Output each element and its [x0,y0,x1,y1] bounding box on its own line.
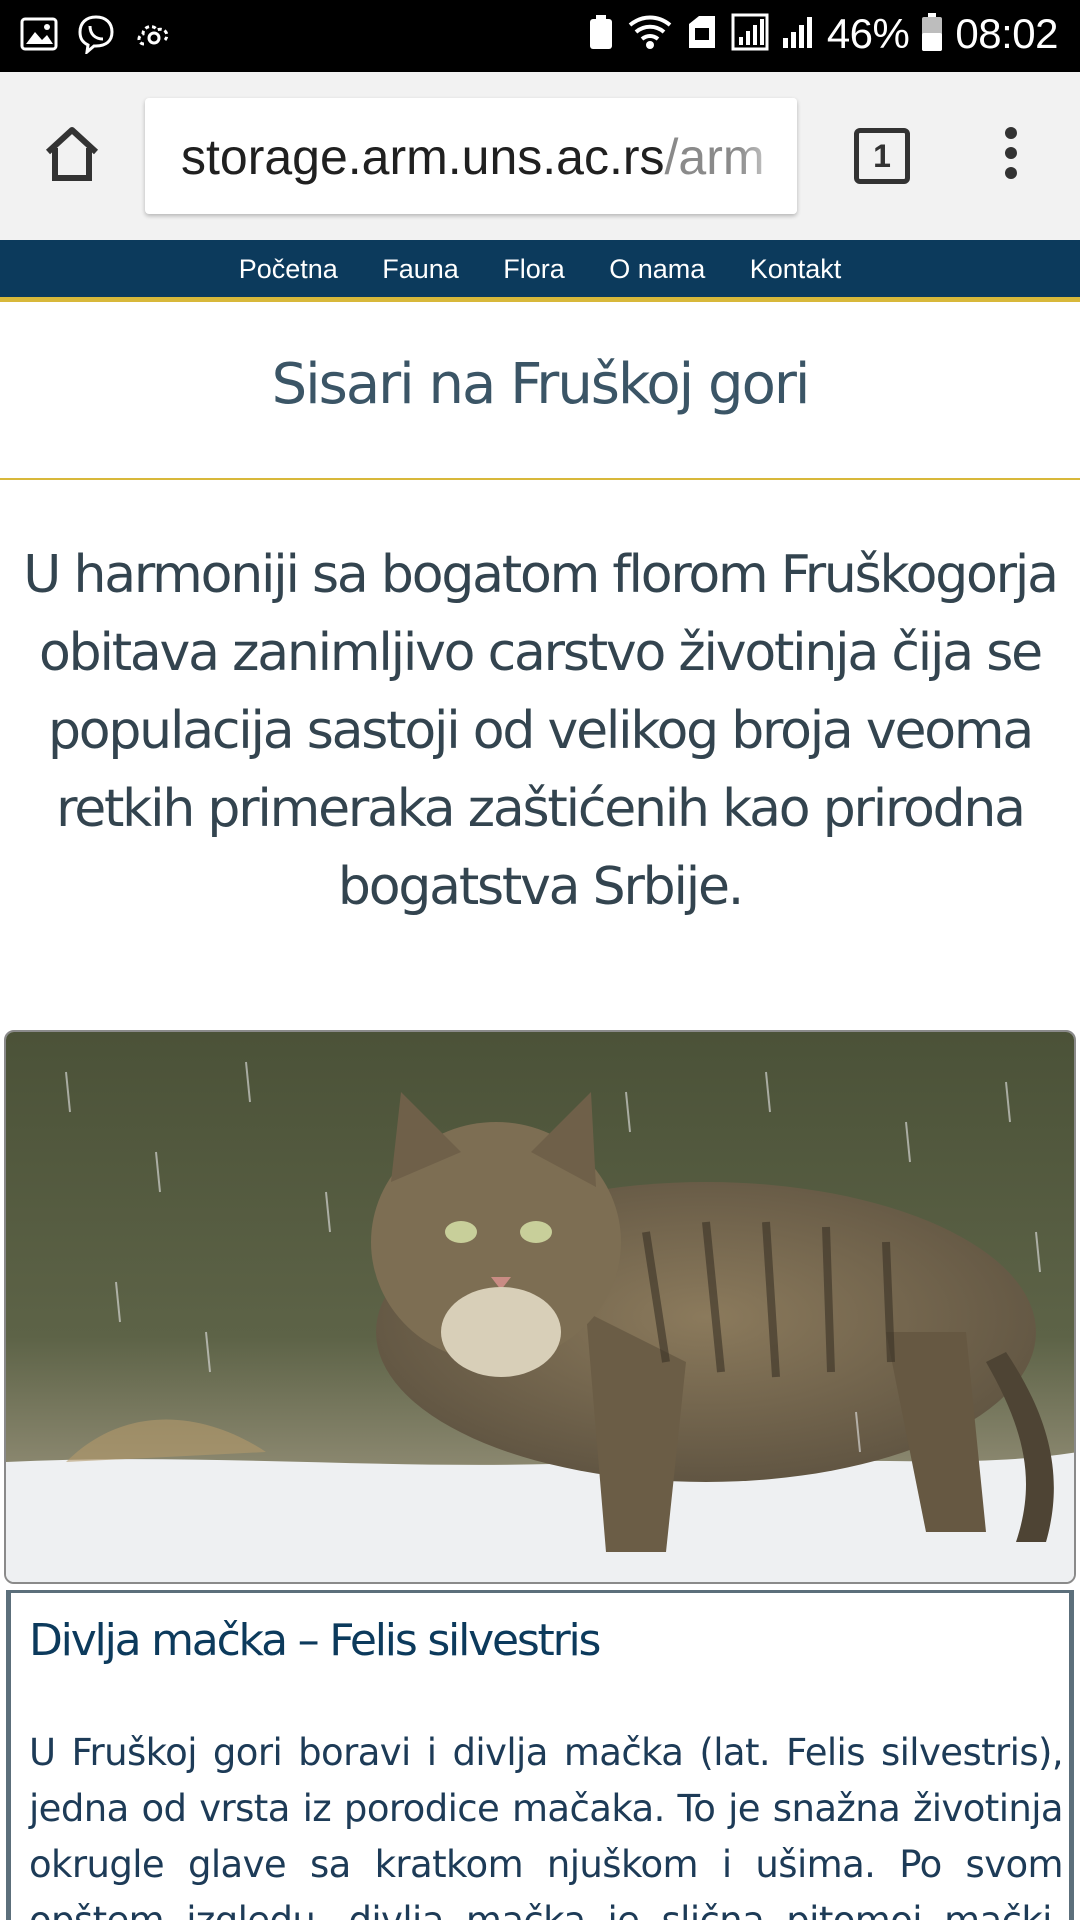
nav-item-pocetna[interactable]: Početna [239,254,338,285]
signal-bars-icon [781,14,815,55]
wifi-icon [627,13,673,56]
overflow-menu-icon[interactable] [996,127,1026,187]
url-host: storage.arm.uns.ac.rs [181,129,665,185]
home-icon[interactable] [40,122,104,186]
url-text: storage.arm.uns.ac.rs/arm [181,128,765,186]
article-card: Divlja mačka – Felis silvestris U Fruško… [6,1590,1074,1920]
wildcat-photo [4,1030,1076,1584]
status-time: 08:02 [955,10,1058,57]
battery-icon [921,12,943,57]
url-fade [737,98,797,214]
browser-toolbar: storage.arm.uns.ac.rs/arm 1 [0,72,1080,240]
nav-item-fauna[interactable]: Fauna [382,254,459,285]
nav-item-flora[interactable]: Flora [503,254,565,285]
battery-percent: 46% [826,10,910,57]
nfc-icon [685,14,719,55]
signal-icon [731,13,769,56]
page-title: Sisari na Fruškoj gori [271,352,811,417]
gallery-icon [20,17,58,56]
nav-item-kontakt[interactable]: Kontakt [750,254,842,285]
article-title: Divlja mačka – Felis silvestris [29,1615,601,1666]
title-divider [0,478,1080,480]
address-bar[interactable]: storage.arm.uns.ac.rs/arm [145,98,797,214]
notification-icon [587,13,615,56]
nav-item-o-nama[interactable]: O nama [609,254,705,285]
viber-icon [76,14,116,59]
cloud-sync-icon [134,16,174,57]
intro-text: U harmoniji sa bogatom florom Fruškogorj… [23,545,1059,917]
status-bar: 46% 08:02 [0,0,1080,72]
tab-switcher-button[interactable]: 1 [854,128,910,184]
article-body: U Fruškoj gori boravi i divlja mačka (la… [29,1731,1064,1920]
site-nav: Početna Fauna Flora O nama Kontakt [0,240,1080,302]
